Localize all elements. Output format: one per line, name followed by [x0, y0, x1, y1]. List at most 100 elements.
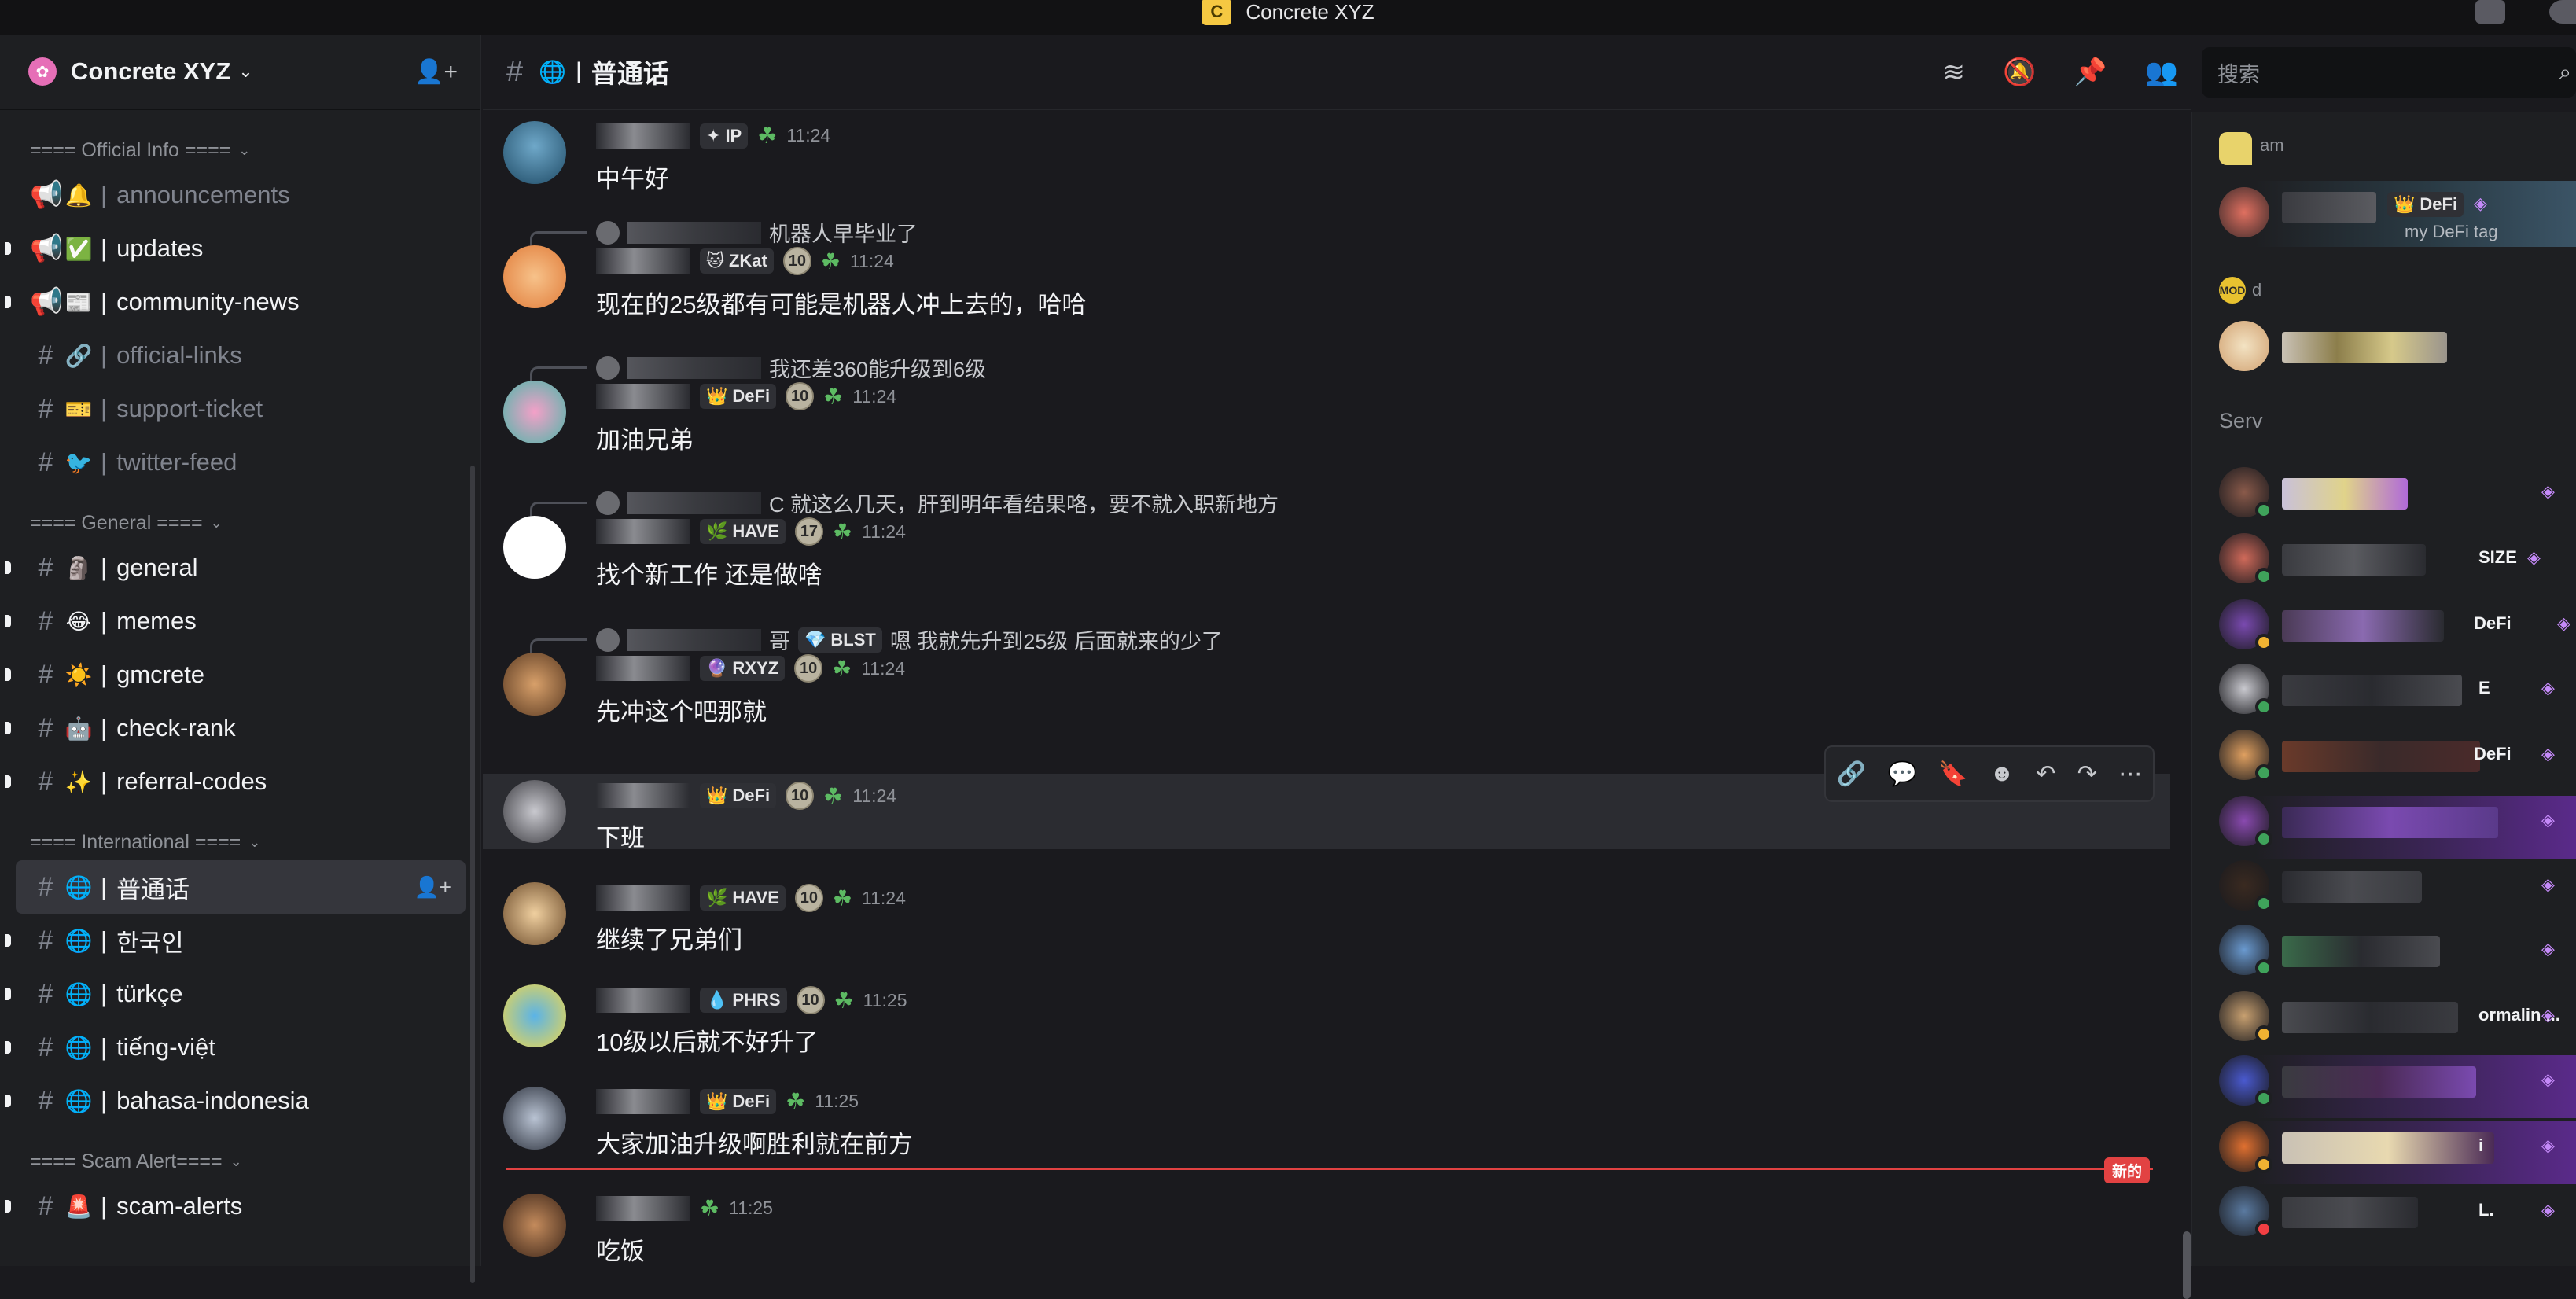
- guild-tag[interactable]: ✦ IP: [700, 123, 749, 149]
- notification-mute-icon[interactable]: 🔕: [2003, 57, 2036, 88]
- avatar[interactable]: [503, 882, 566, 945]
- server-header[interactable]: ✿ Concrete XYZ ⌄ 👤+: [0, 35, 480, 110]
- member-item[interactable]: DeFi ◈: [2219, 599, 2576, 662]
- guild-tag[interactable]: 💎 BLST: [798, 627, 882, 653]
- guild-tag[interactable]: 👑 DeFi: [700, 384, 777, 409]
- member-item[interactable]: DeFi ◈: [2219, 730, 2576, 793]
- chat-scrollbar[interactable]: [2183, 1231, 2191, 1299]
- username[interactable]: [596, 519, 690, 544]
- status-indicator: [2255, 830, 2272, 848]
- channel-emoji: 😂: [65, 609, 92, 634]
- threads-icon[interactable]: ≋: [1942, 57, 1965, 88]
- username[interactable]: [596, 123, 690, 149]
- invite-people-icon[interactable]: 👤+: [414, 58, 458, 86]
- more-icon[interactable]: ⋯: [2118, 760, 2142, 788]
- channel-general[interactable]: # 🗿 | general: [0, 541, 480, 594]
- add-reaction-icon[interactable]: ☻: [1989, 760, 2015, 787]
- channel-official-links[interactable]: # 🔗 | official-links: [0, 329, 480, 382]
- channel-mandarin[interactable]: # 🌐 | 普通话 👤+: [16, 860, 466, 914]
- guild-tag[interactable]: 👑 DeFi: [700, 1088, 777, 1114]
- link-icon[interactable]: 🔗: [1837, 760, 1866, 788]
- reply-reference[interactable]: C 就这么几天，肝到明年看结果咯，要不就入职新地方: [530, 488, 1279, 519]
- tag-label: DeFi: [732, 786, 771, 805]
- channel-check-rank[interactable]: # 🤖 | check-rank: [0, 701, 480, 755]
- category-official-info[interactable]: ==== Official Info ==== ⌄: [0, 132, 480, 168]
- guild-tag[interactable]: 💧 PHRS: [700, 988, 787, 1013]
- announcement-icon: 📢: [30, 234, 64, 263]
- member-item[interactable]: i ◈: [2219, 1121, 2576, 1184]
- channel-referral-codes[interactable]: # ✨ | referral-codes: [0, 755, 480, 808]
- username[interactable]: [596, 1195, 690, 1221]
- avatar[interactable]: [503, 381, 566, 443]
- reply-icon[interactable]: ↶: [2036, 760, 2055, 788]
- username[interactable]: [596, 783, 690, 808]
- help-icon[interactable]: [2549, 0, 2576, 24]
- channel-community-news[interactable]: 📢 📰 | community-news: [0, 275, 480, 329]
- member-item[interactable]: [2219, 321, 2576, 384]
- member-item[interactable]: ◈: [2219, 925, 2576, 988]
- username[interactable]: [596, 656, 690, 681]
- member-list-icon[interactable]: 👥: [2145, 57, 2178, 88]
- member-status-text: my DeFi tag: [2405, 222, 2498, 241]
- channel-korean[interactable]: # 🌐 | 한국인: [0, 914, 480, 967]
- member-item[interactable]: 👑 DeFi ◈ my DeFi tag: [2219, 181, 2576, 247]
- member-tag: E: [2478, 678, 2490, 697]
- username[interactable]: [596, 1088, 690, 1114]
- category-international[interactable]: ==== International ==== ⌄: [0, 824, 480, 860]
- channel-support-ticket[interactable]: # 🎫 | support-ticket: [0, 382, 480, 436]
- avatar[interactable]: [503, 121, 566, 184]
- avatar[interactable]: [503, 780, 566, 843]
- reply-reference[interactable]: 机器人早毕业了: [530, 217, 918, 248]
- guild-tag[interactable]: 🌿 HAVE: [700, 519, 786, 544]
- avatar[interactable]: [503, 653, 566, 716]
- avatar[interactable]: [503, 516, 566, 579]
- channel-tieng-viet[interactable]: # 🌐 | tiếng-việt: [0, 1021, 480, 1074]
- reply-reference[interactable]: 哥 💎 BLST 嗯 我就先升到25级 后面就来的少了: [530, 624, 1223, 656]
- pin-icon[interactable]: 📌: [2074, 57, 2107, 88]
- server-name: Concrete XYZ: [71, 57, 231, 85]
- level-badge: 10: [782, 247, 811, 275]
- chevron-down-icon: ⌄: [230, 1153, 242, 1169]
- member-item[interactable]: L. ◈: [2219, 1186, 2576, 1249]
- username[interactable]: [596, 885, 690, 911]
- username[interactable]: [596, 248, 690, 274]
- avatar[interactable]: [503, 245, 566, 308]
- guild-tag[interactable]: 🐱 ZKat: [700, 248, 774, 274]
- thread-icon[interactable]: 💬: [1888, 760, 1917, 788]
- guild-tag[interactable]: 👑 DeFi: [700, 783, 777, 808]
- category-scam-alert[interactable]: ==== Scam Alert==== ⌄: [0, 1143, 480, 1179]
- nitro-gem-icon: ◈: [2541, 1069, 2555, 1089]
- member-item[interactable]: E ◈: [2219, 664, 2576, 727]
- channel-scam-alerts[interactable]: # 🚨 | scam-alerts: [0, 1179, 480, 1233]
- inbox-icon[interactable]: [2475, 0, 2505, 24]
- channel-turkce[interactable]: # 🌐 | türkçe: [0, 967, 480, 1021]
- forward-icon[interactable]: ↷: [2077, 760, 2097, 788]
- channel-gmcrete[interactable]: # ☀️ | gmcrete: [0, 648, 480, 701]
- search-input[interactable]: 搜索 ⌕: [2202, 47, 2576, 98]
- avatar[interactable]: [503, 984, 566, 1047]
- member-item[interactable]: ◈: [2219, 467, 2576, 530]
- invite-to-channel-icon[interactable]: 👤+: [414, 875, 451, 900]
- member-item[interactable]: ◈: [2219, 796, 2576, 859]
- channel-updates[interactable]: 📢 ✅ | updates: [0, 222, 480, 275]
- channel-memes[interactable]: # 😂 | memes: [0, 594, 480, 648]
- member-item[interactable]: SIZE ◈: [2219, 533, 2576, 596]
- reply-username: [627, 491, 761, 514]
- member-item[interactable]: ◈: [2219, 1055, 2576, 1118]
- guild-tag[interactable]: 🔮 RXYZ: [700, 656, 786, 681]
- sidebar-scrollbar[interactable]: [470, 466, 475, 1283]
- channel-twitter-feed[interactable]: # 🐦 | twitter-feed: [0, 436, 480, 489]
- member-item[interactable]: ◈: [2219, 860, 2576, 923]
- separator: |: [101, 181, 108, 208]
- username[interactable]: [596, 988, 690, 1013]
- bookmark-icon[interactable]: 🔖: [1938, 760, 1967, 788]
- channel-announcements[interactable]: 📢 🔔 | announcements: [0, 168, 480, 222]
- member-item[interactable]: ormalin ... ◈: [2219, 991, 2576, 1054]
- reply-reference[interactable]: 我还差360能升级到6级: [530, 352, 986, 384]
- channel-bahasa-indonesia[interactable]: # 🌐 | bahasa-indonesia: [0, 1074, 480, 1128]
- username[interactable]: [596, 384, 690, 409]
- avatar[interactable]: [503, 1087, 566, 1150]
- avatar[interactable]: [503, 1194, 566, 1257]
- category-general[interactable]: ==== General ==== ⌄: [0, 505, 480, 541]
- guild-tag[interactable]: 🌿 HAVE: [700, 885, 786, 911]
